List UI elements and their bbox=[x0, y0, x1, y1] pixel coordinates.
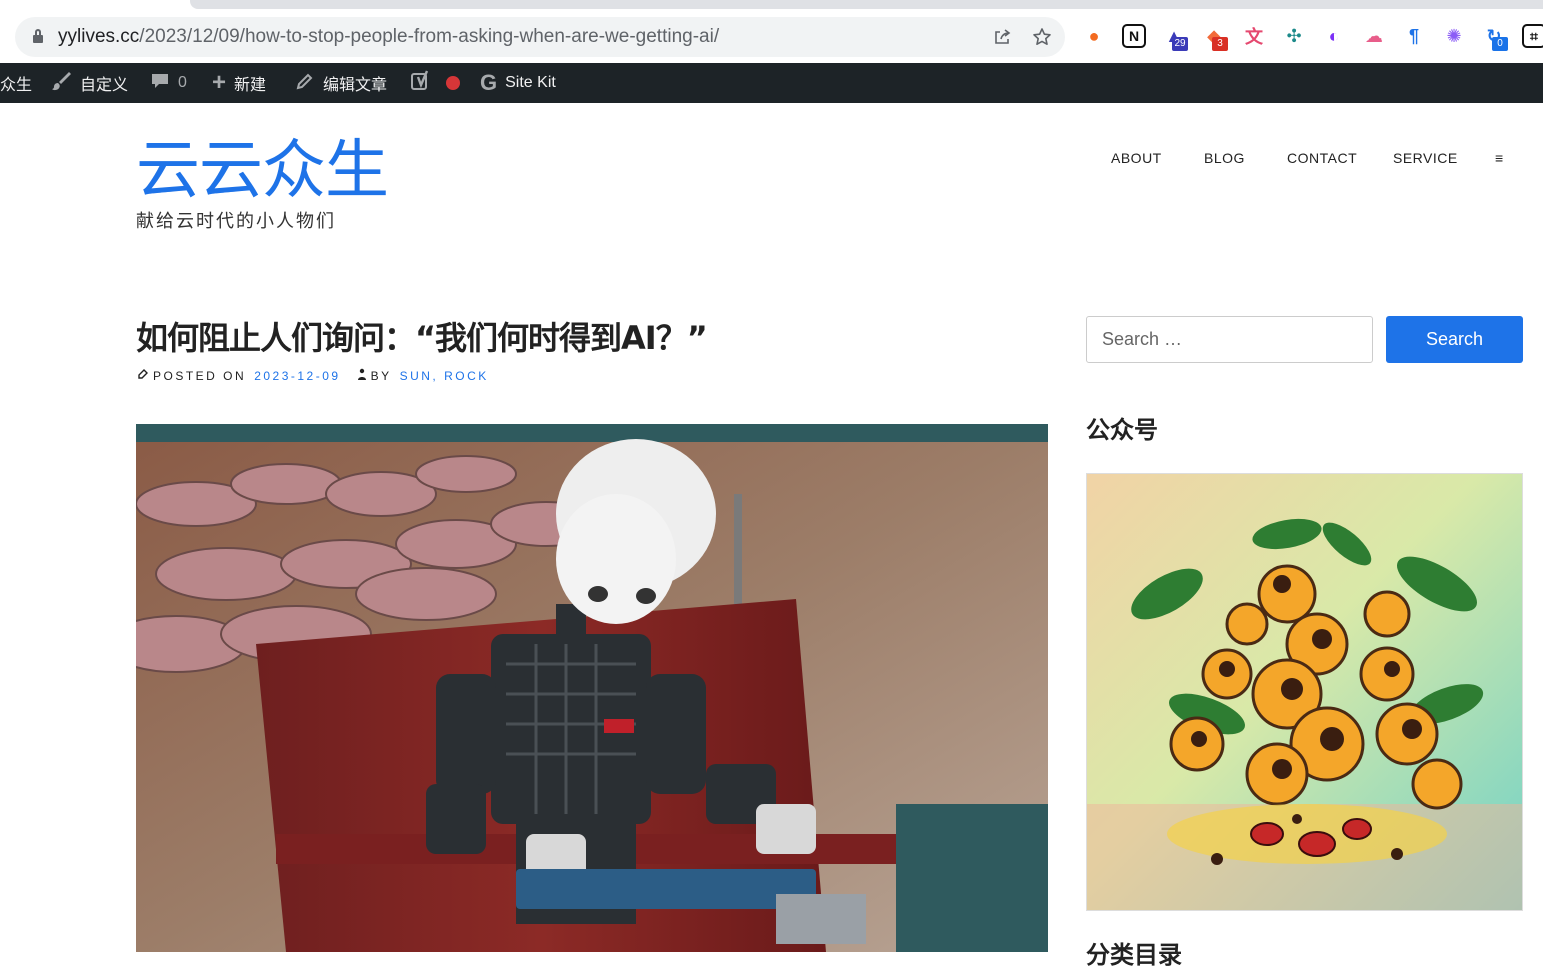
translate-icon[interactable]: 文 bbox=[1242, 24, 1266, 48]
seo-status-dot-icon bbox=[446, 76, 460, 90]
address-bar[interactable]: yylives.cc/2023/12/09/how-to-stop-people… bbox=[15, 17, 1065, 57]
browser-toolbar: yylives.cc/2023/12/09/how-to-stop-people… bbox=[0, 0, 1543, 63]
post-date-link[interactable]: 2023-12-09 bbox=[254, 369, 340, 383]
openai-icon[interactable]: ✺ bbox=[1442, 24, 1466, 48]
link-icon bbox=[137, 368, 149, 383]
chart-icon[interactable]: ◐ bbox=[1322, 24, 1346, 48]
admin-new-label: 新建 bbox=[234, 77, 267, 94]
network-icon[interactable]: ✣ bbox=[1282, 24, 1306, 48]
extensions-bar: ● N ▲ 29 ◆ 3 文 ✣ ◐ ☁ ¶ ✺ ↻ 0 ⌗ bbox=[1080, 20, 1543, 54]
cloud-icon[interactable]: ☁ bbox=[1362, 24, 1386, 48]
circle-extension-icon[interactable]: ● bbox=[1082, 24, 1106, 48]
paragraph-icon[interactable]: ¶ bbox=[1402, 24, 1426, 48]
search-input[interactable] bbox=[1086, 316, 1373, 363]
share-icon[interactable] bbox=[992, 27, 1012, 47]
admin-site-name-label: 众生 bbox=[0, 77, 33, 94]
terminal-icon[interactable]: ⌗ bbox=[1522, 24, 1543, 48]
nav-service[interactable]: SERVICE bbox=[1393, 150, 1458, 166]
nav-menu-toggle[interactable]: ≡ bbox=[1495, 150, 1504, 166]
comment-count: 0 bbox=[178, 74, 187, 91]
bookmark-star-icon[interactable] bbox=[1032, 27, 1052, 47]
yoast-icon bbox=[410, 70, 432, 97]
widget-title-wechat: 公众号 bbox=[1086, 416, 1158, 444]
wechat-image bbox=[1086, 473, 1523, 911]
post-author-link[interactable]: SUN, ROCK bbox=[400, 369, 489, 383]
admin-customize[interactable]: 自定义 bbox=[50, 63, 128, 103]
user-icon bbox=[357, 368, 367, 383]
search-button[interactable]: Search bbox=[1386, 316, 1523, 363]
notion-icon[interactable]: N bbox=[1122, 24, 1146, 48]
admin-site-kit-label: Site Kit bbox=[505, 74, 556, 91]
post-meta: POSTED ON 2023-12-09 BY SUN, ROCK bbox=[137, 368, 489, 383]
by-label: BY bbox=[370, 368, 392, 383]
nav-contact[interactable]: CONTACT bbox=[1287, 150, 1357, 166]
brush-icon bbox=[50, 70, 72, 97]
url-text[interactable]: yylives.cc/2023/12/09/how-to-stop-people… bbox=[58, 26, 719, 48]
admin-comments[interactable]: 0 bbox=[150, 63, 187, 103]
admin-site-name[interactable]: 众生 bbox=[0, 63, 32, 103]
yoast-menu[interactable] bbox=[410, 63, 460, 103]
google-g-icon: G bbox=[480, 70, 498, 95]
featured-image-robot bbox=[136, 424, 1048, 952]
extension-badge: 3 bbox=[1212, 37, 1228, 51]
admin-customize-label: 自定义 bbox=[80, 77, 129, 94]
admin-edit-label: 编辑文章 bbox=[323, 77, 388, 94]
lock-icon[interactable] bbox=[33, 29, 43, 43]
extension-badge: 29 bbox=[1172, 37, 1188, 51]
extension-badge: 0 bbox=[1492, 37, 1508, 51]
tab-strip bbox=[190, 0, 1543, 9]
posted-on-label: POSTED ON bbox=[153, 368, 247, 383]
comment-icon bbox=[150, 71, 170, 96]
site-tagline: 献给云时代的小人物们 bbox=[136, 211, 336, 231]
admin-new[interactable]: + 新建 bbox=[212, 63, 266, 103]
admin-edit-post[interactable]: 编辑文章 bbox=[295, 63, 387, 103]
nav-blog[interactable]: BLOG bbox=[1204, 150, 1245, 166]
nav-about[interactable]: ABOUT bbox=[1111, 150, 1162, 166]
plus-icon: + bbox=[212, 69, 227, 96]
wp-admin-bar: 众生 自定义 0 + 新建 编辑文章 G Site Kit bbox=[0, 63, 1543, 103]
widget-title-categories: 分类目录 bbox=[1086, 941, 1182, 969]
site-title[interactable]: 云云众生 bbox=[136, 133, 389, 209]
post-title: 如何阻止人们询问：“我们何时得到AI？” bbox=[136, 319, 708, 357]
admin-site-kit[interactable]: G Site Kit bbox=[480, 63, 556, 103]
pencil-icon bbox=[295, 71, 315, 96]
